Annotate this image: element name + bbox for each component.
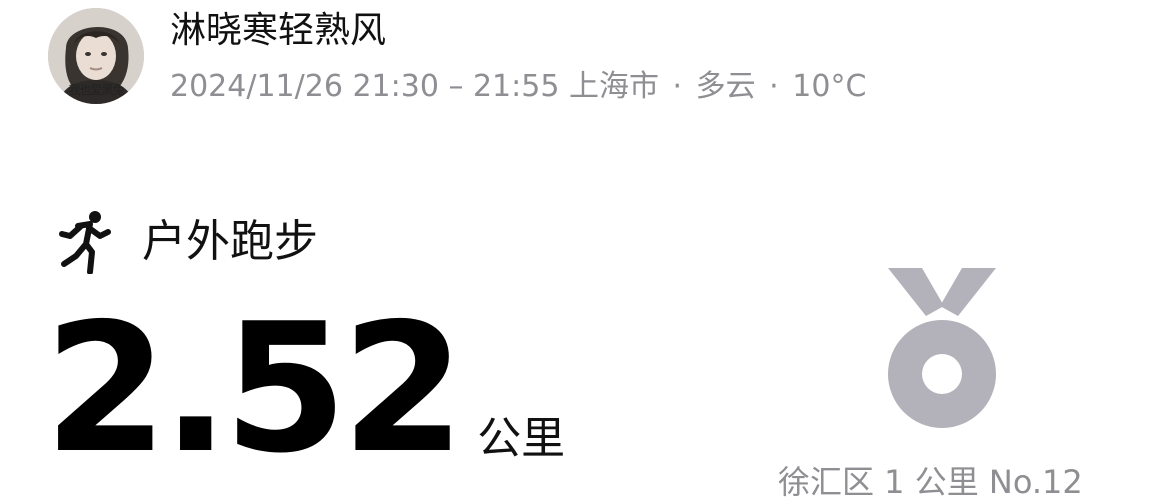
activity-type: 户外跑步	[142, 216, 318, 267]
rank-text: 徐汇区 1 公里 No.12	[778, 463, 1083, 501]
username[interactable]: 淋晓寒轻熟风	[170, 8, 866, 54]
avatar-caption: 我也爱黑兔	[68, 83, 124, 97]
activity-type-row: 户外跑步	[56, 210, 318, 274]
distance-unit: 公里	[477, 413, 566, 464]
medal-icon[interactable]	[884, 266, 1000, 430]
temperature: 10°C	[792, 69, 867, 104]
separator: ·	[672, 69, 683, 104]
weather: 多云	[695, 69, 756, 104]
user-info: 淋晓寒轻熟风 2024/11/26 21:30 – 21:55 上海市 · 多云…	[170, 8, 866, 106]
running-person-icon	[59, 211, 111, 274]
workout-header: 我也爱黑兔 淋晓寒轻熟风 2024/11/26 21:30 – 21:55 上海…	[48, 8, 866, 106]
location: 上海市	[568, 69, 659, 104]
distance-value: 2.52	[44, 285, 465, 492]
separator: ·	[769, 69, 779, 104]
workout-meta: 2024/11/26 21:30 – 21:55 上海市 · 多云 · 10°C	[170, 68, 866, 106]
time-range: 2024/11/26 21:30 – 21:55	[170, 69, 560, 104]
avatar[interactable]: 我也爱黑兔	[48, 8, 144, 104]
distance: 2.52 公里	[44, 300, 565, 478]
